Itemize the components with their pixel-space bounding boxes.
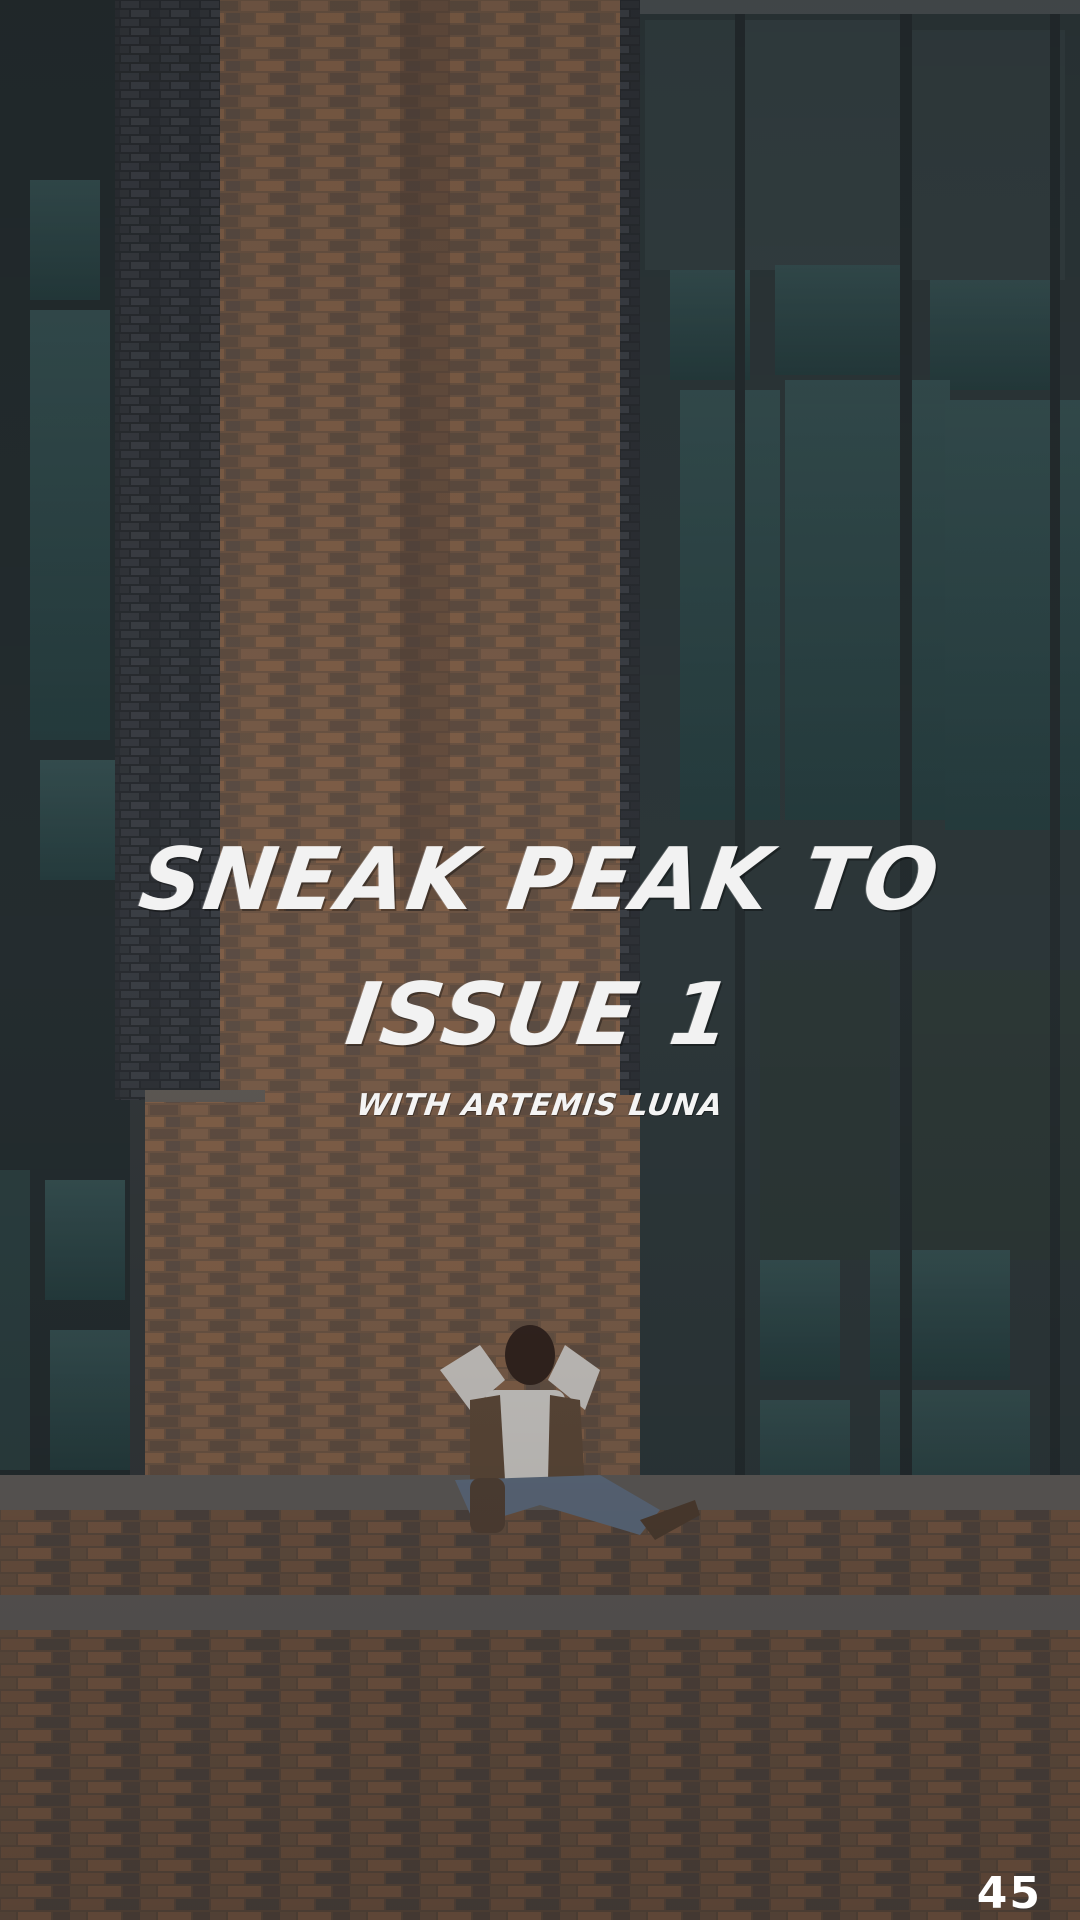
title-line-1: SNEAK PEAK TO <box>133 830 947 930</box>
title-line-2: ISSUE 1 <box>340 965 740 1065</box>
page-number: 45 <box>976 1868 1042 1919</box>
background-photo <box>0 0 1080 1920</box>
subtitle: WITH ARTEMIS LUNA <box>354 1088 726 1123</box>
